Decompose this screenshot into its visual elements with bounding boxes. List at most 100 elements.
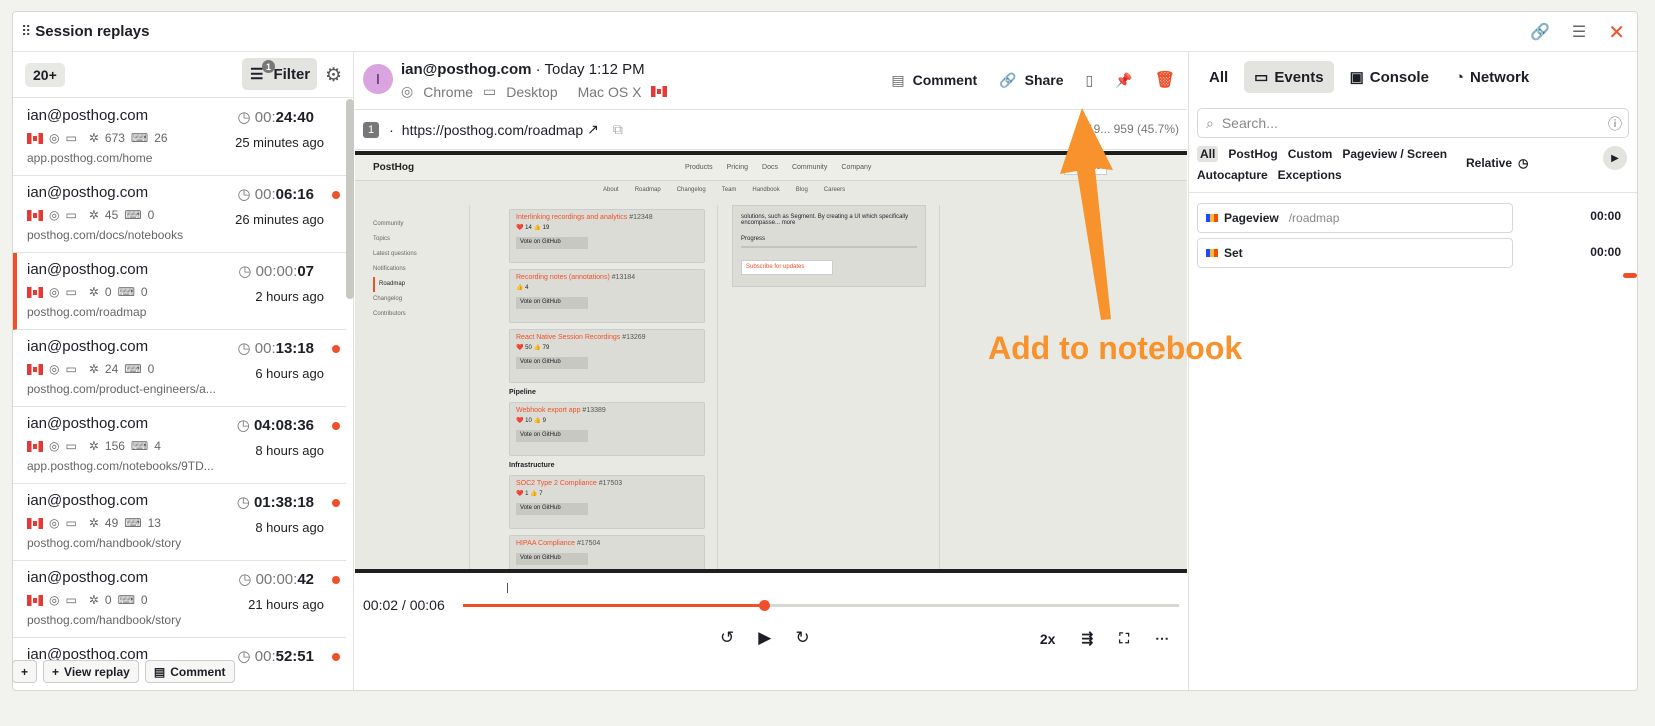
- delete-icon[interactable]: 🗑: [1155, 70, 1175, 90]
- tab-all[interactable]: All: [1199, 62, 1238, 93]
- play-icon[interactable]: ▶: [758, 628, 771, 648]
- event-time: 00:00: [1590, 245, 1621, 259]
- external-link-icon[interactable]: ↗: [587, 121, 599, 138]
- filter-button[interactable]: ☰ 1 Filter: [242, 58, 317, 90]
- site-card-reactions: ❤️ 50 👍 79: [516, 345, 550, 351]
- tab-events[interactable]: ▭ Events: [1244, 61, 1334, 93]
- recording-list-item[interactable]: ian@posthog.com ◷ 00:13:18 ◎ ▭ ✲ 24 ⌨ 0 6 hours …: [13, 330, 346, 407]
- rewind-10-icon[interactable]: ↺: [720, 628, 734, 648]
- event-row[interactable]: Set: [1197, 238, 1513, 268]
- chrome-icon: ◎: [401, 83, 414, 99]
- event-filter-custom[interactable]: Custom: [1288, 146, 1333, 162]
- recording-ago: 21 hours ago: [248, 597, 324, 612]
- site-roadmap-card: Recording notes (annotations) #13184 👍 4 V…: [509, 269, 705, 323]
- site-vote-button: Vote on GitHub: [516, 430, 588, 442]
- desktop-icon: ▭: [65, 208, 77, 222]
- site-card-number: #13389: [582, 407, 606, 414]
- event-filter-pageview-screen[interactable]: Pageview / Screen: [1342, 146, 1447, 162]
- site-card-title: SOC2 Type 2 Compliance #17503: [516, 480, 623, 487]
- share-link-icon: 🔗: [999, 71, 1017, 88]
- event-filter-autocapture[interactable]: Autocapture: [1197, 167, 1268, 183]
- recording-list-item[interactable]: ian@posthog.com ◷ 00:00:42 ◎ ▭ ✲ 0 ⌨ 0 21 hours …: [13, 561, 346, 638]
- site-subnav-link: Team: [721, 187, 737, 193]
- fullscreen-icon[interactable]: ⛶: [1119, 630, 1129, 647]
- seekbar-handle[interactable]: [758, 600, 770, 611]
- duration-bold: 42: [297, 571, 314, 588]
- pin-icon[interactable]: 📌: [1115, 72, 1132, 89]
- search-input[interactable]: ⌕ Search... ⓘ: [1197, 108, 1629, 138]
- site-logo: PostHog: [373, 162, 415, 173]
- share-button[interactable]: Share: [1025, 72, 1064, 88]
- site-card-title: Recording notes (annotations) #13184: [516, 274, 636, 281]
- clock-icon: ◷: [1518, 156, 1529, 170]
- current-url[interactable]: https://posthog.com/roadmap: [402, 122, 583, 138]
- browser-label: Chrome: [423, 83, 474, 100]
- site-subnav-link: About: [603, 187, 619, 193]
- recording-ago: 26 minutes ago: [235, 212, 324, 227]
- clock-icon: ◷: [237, 340, 255, 357]
- info-icon[interactable]: ⓘ: [1608, 114, 1622, 134]
- add-button[interactable]: +: [12, 660, 38, 683]
- duration-bold: 13:18: [275, 340, 314, 357]
- recording-list-item[interactable]: ian@posthog.com ◷ 00:24:40 ◎ ▭ ✲ 673 ⌨ 26 25 min…: [13, 99, 346, 176]
- event-row[interactable]: Pageview/roadmap: [1197, 203, 1513, 233]
- event-filter-all[interactable]: All: [1197, 146, 1219, 162]
- recording-url: posthog.com/product-engineers/a...: [27, 382, 216, 396]
- site-card-number: #12348: [629, 214, 653, 221]
- copy-icon[interactable]: ⧉: [613, 121, 623, 138]
- desktop-icon: ▭: [483, 83, 497, 99]
- event-filter-posthog[interactable]: PostHog: [1228, 146, 1277, 162]
- duration-bold: 04:08:36: [253, 417, 314, 434]
- site-sidebar-link: Community: [373, 221, 404, 227]
- recording-ago: 8 hours ago: [255, 520, 324, 535]
- recording-list-item[interactable]: ian@posthog.com ◷ 00:06:16 ◎ ▭ ✲ 45 ⌨ 0 26 minut…: [13, 176, 346, 253]
- site-sidebar-link: Contributors: [373, 311, 406, 317]
- notebook-icon[interactable]: ▯: [1086, 72, 1094, 89]
- site-card-reactions: ❤️ 14 👍 19: [516, 225, 550, 231]
- site-roadmap-card: Interlinking recordings and analytics #1…: [509, 209, 705, 263]
- link-icon[interactable]: 🔗: [1530, 22, 1550, 42]
- recording-list-item[interactable]: ian@posthog.com ◷ 00:00:07 ◎ ▭ ✲ 0 ⌨ 0 2 hours a…: [13, 253, 346, 330]
- site-card-title: React Native Session Recordings #13269: [516, 334, 646, 341]
- site-subnav-link: Changelog: [676, 187, 706, 193]
- click-icon: ✲: [88, 131, 99, 145]
- person-email[interactable]: ian@posthog.com: [401, 61, 531, 78]
- filter-lines-icon[interactable]: ☰: [1572, 22, 1586, 42]
- autoplay-icon[interactable]: ▶: [1603, 146, 1627, 170]
- site-section-heading: Pipeline: [509, 389, 536, 396]
- site-vote-button: Vote on GitHub: [516, 237, 588, 249]
- speed-button[interactable]: 2x: [1040, 631, 1056, 647]
- site-subnav-link: Blog: [795, 187, 808, 193]
- forward-10-icon[interactable]: ↻: [795, 628, 809, 648]
- site-section-heading: Infrastructure: [509, 462, 555, 469]
- settings-gear-icon[interactable]: ⚙: [325, 64, 342, 87]
- site-card-title: Interlinking recordings and analytics #1…: [516, 214, 653, 221]
- recording-duration: ◷ 00:00:42: [238, 570, 314, 588]
- comment-button[interactable]: Comment: [913, 72, 978, 88]
- key-count: 0: [140, 285, 148, 299]
- clock-icon: ◷: [238, 571, 256, 588]
- tab-network[interactable]: ◔ Network: [1445, 62, 1539, 93]
- site-nav-link: Pricing: [726, 164, 749, 171]
- skip-inactivity-icon[interactable]: ⇶: [1081, 630, 1093, 647]
- tab-console[interactable]: ▣ Console: [1340, 61, 1439, 93]
- relative-toggle[interactable]: Relative ◷: [1466, 156, 1529, 170]
- site-nav-link: Community: [791, 164, 828, 171]
- site-card-title: Webhook export app #13389: [516, 407, 606, 414]
- drag-handle-icon[interactable]: ⠿: [21, 23, 31, 40]
- clock-icon: ◷: [237, 109, 255, 126]
- event-filter-exceptions[interactable]: Exceptions: [1278, 167, 1342, 183]
- site-sidebar-link: Topics: [373, 236, 391, 242]
- comment-bottom-button[interactable]: ▤ Comment: [144, 660, 235, 683]
- seekbar[interactable]: [463, 600, 1179, 611]
- unwatched-dot: [332, 191, 340, 199]
- click-icon: ✲: [88, 208, 99, 222]
- recording-list-item[interactable]: ian@posthog.com ◷ 04:08:36 ◎ ▭ ✲ 156 ⌨ 4 8 hours…: [13, 407, 346, 484]
- close-icon[interactable]: ✕: [1608, 20, 1625, 45]
- view-replay-button[interactable]: + View replay: [43, 660, 139, 683]
- inspector-panel: All ▭ Events ▣ Console ◔ Network ⌕ Search..…: [1188, 52, 1637, 690]
- scrollbar[interactable]: [346, 99, 354, 299]
- more-icon[interactable]: ⋯: [1155, 630, 1169, 647]
- recording-list-item[interactable]: ian@posthog.com ◷ 01:38:18 ◎ ▭ ✲ 49 ⌨ 13 8 hours…: [13, 484, 346, 561]
- recordings-count-button[interactable]: 20+: [25, 62, 65, 87]
